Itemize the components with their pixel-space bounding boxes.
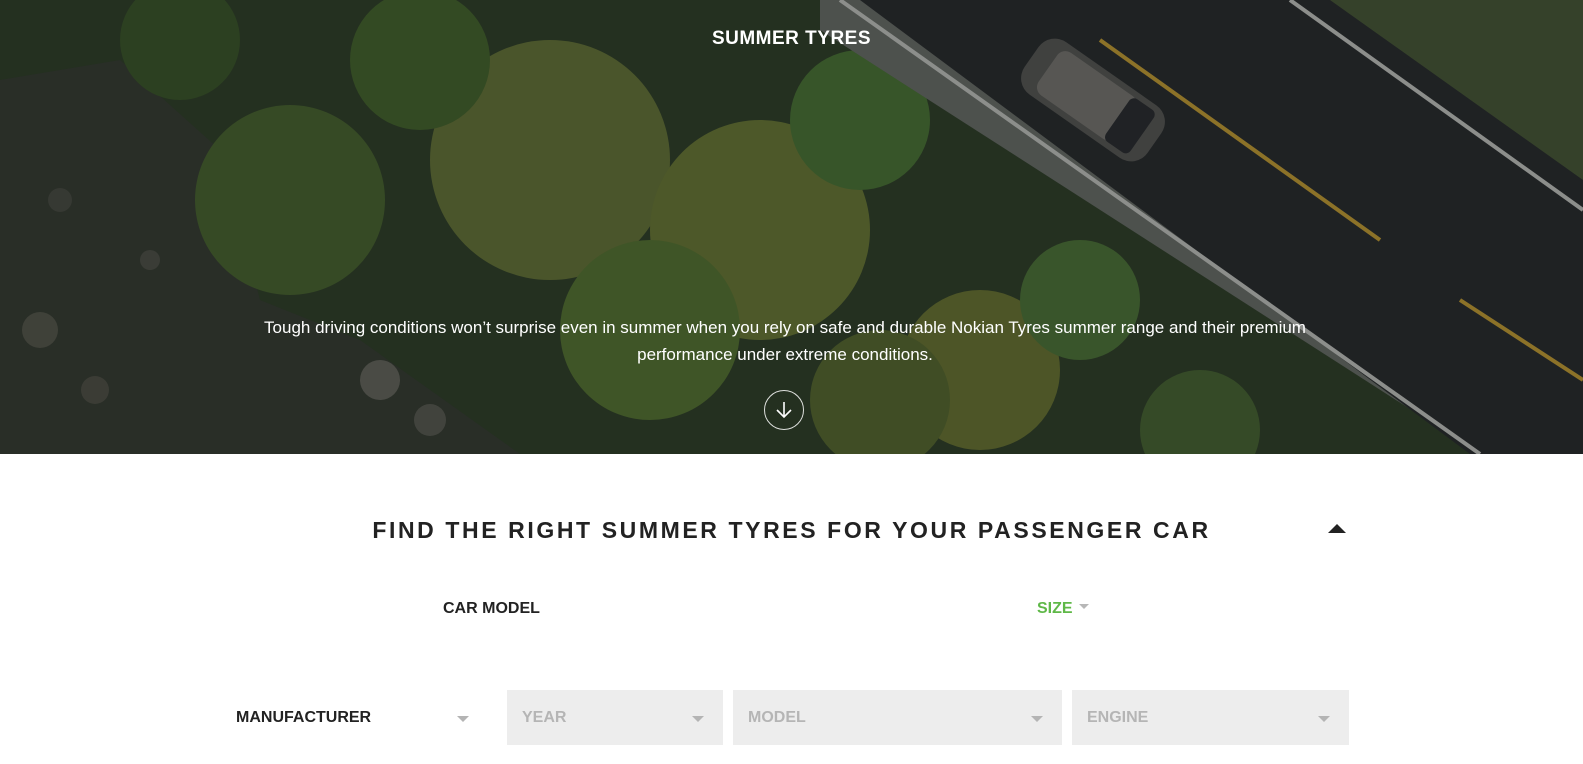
engine-select-label: ENGINE	[1087, 709, 1149, 726]
tab-size-label: SIZE	[1037, 600, 1073, 617]
year-select-label: YEAR	[522, 709, 567, 726]
arrow-down-icon	[776, 402, 792, 419]
model-select-label: MODEL	[748, 709, 806, 726]
year-select[interactable]: YEAR	[507, 690, 723, 745]
tab-car-model-label: CAR MODEL	[443, 600, 540, 617]
chevron-down-icon	[457, 716, 469, 722]
caret-down-icon	[1078, 604, 1089, 610]
hero-overlay	[0, 0, 1583, 454]
tab-size[interactable]: SIZE	[1037, 600, 1089, 618]
manufacturer-select[interactable]: MANUFACTURER	[221, 690, 497, 745]
caret-up-icon	[1328, 524, 1346, 533]
engine-select[interactable]: ENGINE	[1072, 690, 1349, 745]
hero-title: SUMMER TYRES	[711, 28, 872, 49]
scroll-down-button[interactable]	[764, 390, 804, 430]
hero-banner: SUMMER TYRES Tough driving conditions wo…	[0, 0, 1583, 454]
collapse-finder-button[interactable]	[1327, 522, 1347, 536]
chevron-down-icon	[1318, 716, 1330, 722]
chevron-down-icon	[692, 716, 704, 722]
chevron-down-icon	[1031, 716, 1043, 722]
model-select[interactable]: MODEL	[733, 690, 1062, 745]
tyre-finder: FIND THE RIGHT SUMMER TYRES FOR YOUR PAS…	[0, 454, 1583, 764]
hero-description: Tough driving conditions won’t surprise …	[264, 318, 1306, 364]
tab-car-model[interactable]: CAR MODEL	[443, 600, 540, 618]
manufacturer-select-label: MANUFACTURER	[236, 709, 372, 726]
